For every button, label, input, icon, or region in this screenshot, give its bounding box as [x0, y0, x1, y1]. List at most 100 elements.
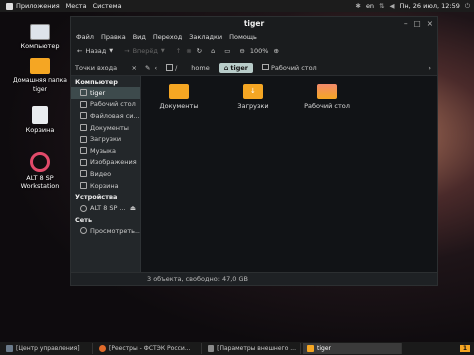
crumb-home[interactable]: home [186, 63, 214, 73]
sidebar-item-device[interactable]: ALT 8 SP ... ⏏ [71, 202, 140, 214]
crumb-root[interactable]: / [161, 63, 182, 73]
stop-icon[interactable]: ⊗ [186, 47, 191, 55]
sidebar-item-pictures[interactable]: Изображения [71, 157, 140, 169]
folder-item[interactable]: Документы [149, 84, 209, 110]
close-icon[interactable]: × [427, 17, 433, 31]
toolbar: ← Назад ▼ → Вперёд ▼ ↑ ⊗ ↻ ⌂ ▭ ⊖ 100% ⊕ [71, 42, 437, 60]
minimize-icon[interactable]: – [404, 17, 408, 31]
sidebar-mode-select[interactable]: Точки входа × [75, 64, 137, 72]
task-label: [Параметры внешнего ... [217, 345, 296, 352]
document-icon [80, 124, 87, 132]
file-manager-window: tiger – □ × Файл Правка Вид Переход Закл… [70, 16, 438, 286]
download-icon [80, 135, 87, 143]
task-label: [Центр управления] [16, 345, 80, 352]
network-icon[interactable]: ⇅ [379, 2, 384, 10]
system-menu[interactable]: Система [93, 2, 122, 10]
zoom-in-icon[interactable]: ⊕ [273, 47, 278, 55]
forward-label: Вперёд [132, 47, 158, 55]
menu-help[interactable]: Помощь [229, 33, 257, 41]
sidebar-item-label: Музыка [90, 146, 116, 155]
desktop-icon-alt[interactable]: ALT 8 SP Workstation [12, 152, 68, 190]
sidebar-item-label: Видео [90, 169, 112, 178]
power-icon[interactable]: ⏻ [465, 2, 470, 11]
desktop-icon [261, 63, 269, 70]
desktop-folder-icon [317, 84, 337, 99]
desktop-icon-computer[interactable]: Компьютер [12, 24, 68, 50]
sidebar-header-computer: Компьютер [75, 78, 118, 86]
task-appearance[interactable]: [Параметры внешнего ... [204, 343, 301, 354]
download-folder-icon: ↓ [243, 84, 263, 99]
folder-icon [307, 345, 314, 352]
crumb-tiger-label: tiger [230, 63, 248, 72]
forward-button[interactable]: → Вперёд ▼ [124, 47, 165, 55]
computer-icon[interactable]: ▭ [224, 47, 230, 55]
window-title: tiger [243, 19, 265, 28]
folder-label: Загрузки [237, 102, 269, 110]
crumb-desktop[interactable]: Рабочий стол [257, 63, 322, 73]
crumb-root-label: / [175, 63, 178, 72]
sidebar-item-filesystem[interactable]: Файловая си... [71, 110, 140, 122]
sidebar-item-label: Загрузки [90, 135, 122, 144]
home-icon: ⌂ [223, 63, 229, 72]
tray: ✱ en ⇅ ◀ Пн, 26 июл, 12:59 ⏻ [355, 0, 470, 12]
folder-item[interactable]: Рабочий стол [297, 84, 357, 110]
menu-file[interactable]: Файл [76, 33, 94, 41]
crumb-desktop-label: Рабочий стол [270, 63, 317, 72]
window-titlebar[interactable]: tiger – □ × [71, 17, 437, 31]
sidebar-item-videos[interactable]: Видео [71, 168, 140, 180]
sidebar-item-tiger[interactable]: tiger [71, 87, 140, 99]
crumb-tiger[interactable]: ⌂ tiger [218, 62, 253, 73]
alt-logo-icon [30, 152, 50, 172]
sidebar-item-browse-network[interactable]: Просмотреть... [71, 225, 140, 237]
image-icon [80, 158, 87, 166]
chevron-left-icon[interactable]: ‹ [154, 64, 157, 72]
desktop-icon-trash[interactable]: Корзина [12, 106, 68, 134]
sidebar-item-desktop[interactable]: Рабочий стол [71, 99, 140, 111]
desktop-icon [80, 100, 87, 108]
desktop-icon-label: Компьютер [20, 42, 60, 50]
sidebar-item-label: Файловая си... [90, 111, 140, 120]
music-icon [80, 147, 87, 155]
menu-bookmarks[interactable]: Закладки [189, 33, 222, 41]
settings-icon [208, 345, 215, 352]
menu-edit[interactable]: Правка [101, 33, 126, 41]
reload-icon[interactable]: ↻ [197, 47, 202, 55]
folder-item[interactable]: ↓ Загрузки [223, 84, 283, 110]
file-view[interactable]: Документы ↓ Загрузки Рабочий стол [141, 76, 437, 272]
menu-go[interactable]: Переход [153, 33, 182, 41]
trash-icon [32, 106, 48, 124]
chevron-down-icon: ▼ [160, 48, 165, 54]
clock[interactable]: Пн, 26 июл, 12:59 [400, 2, 460, 10]
task-tiger[interactable]: tiger [303, 343, 402, 354]
up-icon[interactable]: ↑ [176, 47, 181, 55]
bluetooth-icon[interactable]: ✱ [355, 2, 360, 10]
drive-icon [166, 63, 174, 71]
zoom-out-icon[interactable]: ⊖ [239, 47, 244, 55]
workspace-switcher[interactable]: 1 [459, 345, 470, 352]
folder-icon [169, 84, 189, 99]
control-center-icon [6, 345, 13, 352]
eject-icon[interactable]: ⏏ [130, 204, 136, 212]
sidebar-item-documents[interactable]: Документы [71, 122, 140, 134]
chevron-right-icon[interactable]: › [428, 64, 431, 72]
sidebar-item-trash[interactable]: Корзина [71, 180, 140, 192]
task-browser[interactable]: [Реестры - ФСТЭК Росси... [95, 343, 202, 354]
sidebar-mode-label: Точки входа [75, 63, 118, 72]
close-icon[interactable]: × [132, 64, 137, 72]
keyboard-layout[interactable]: en [366, 2, 374, 10]
sidebar-item-label: Рабочий стол [90, 100, 136, 109]
volume-icon[interactable]: ◀ [390, 2, 395, 10]
back-label: Назад [85, 47, 107, 55]
edit-location-icon[interactable]: ✎ [145, 64, 150, 72]
desktop-icon-home[interactable]: Домашняя папка tiger [12, 58, 68, 94]
sidebar-item-downloads[interactable]: Загрузки [71, 133, 140, 145]
home-icon[interactable]: ⌂ [211, 47, 215, 55]
places-menu[interactable]: Места [66, 2, 87, 10]
firefox-icon [99, 345, 106, 352]
sidebar-item-music[interactable]: Музыка [71, 145, 140, 157]
menu-view[interactable]: Вид [133, 33, 146, 41]
maximize-icon[interactable]: □ [414, 17, 421, 31]
back-button[interactable]: ← Назад ▼ [77, 47, 113, 55]
task-control-center[interactable]: [Центр управления] [2, 343, 93, 354]
apps-menu[interactable]: Приложения [6, 2, 60, 10]
